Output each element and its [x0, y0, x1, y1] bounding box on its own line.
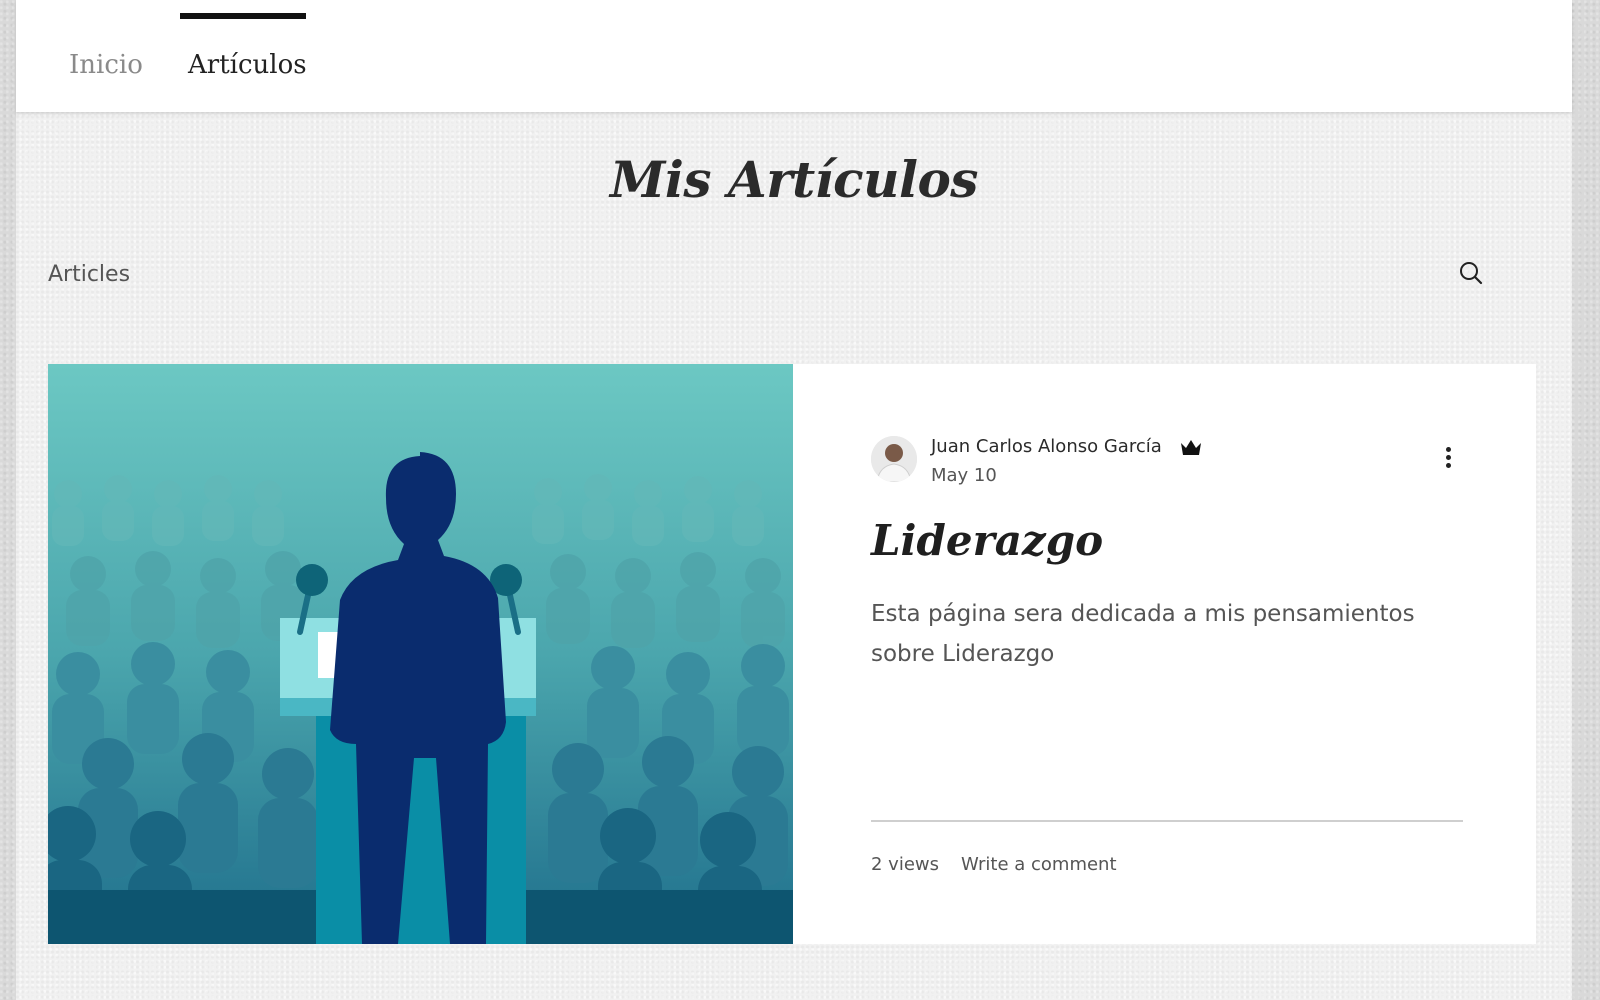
- nav-item-articulos[interactable]: Artículos: [188, 50, 307, 80]
- top-navigation: Inicio Artículos: [16, 0, 1572, 112]
- write-comment-link[interactable]: Write a comment: [961, 854, 1117, 875]
- post-title[interactable]: Liderazgo: [871, 516, 1103, 565]
- author-name[interactable]: Juan Carlos Alonso García: [931, 436, 1162, 457]
- views-count: 2 views: [871, 854, 940, 875]
- search-icon[interactable]: [1456, 258, 1488, 290]
- post-excerpt[interactable]: Esta página sera dedicada a mis pensamie…: [871, 594, 1471, 674]
- author-avatar[interactable]: [871, 436, 917, 482]
- site-frame: Inicio Artículos Mis Artículos Articles: [16, 0, 1572, 1000]
- post-content: Juan Carlos Alonso García May 10 Lideraz…: [793, 364, 1536, 944]
- category-articles[interactable]: Articles: [48, 262, 130, 287]
- more-options-icon[interactable]: [1438, 444, 1458, 474]
- page-title: Mis Artículos: [610, 150, 978, 209]
- post-date: May 10: [931, 465, 997, 486]
- post-cover-image[interactable]: [48, 364, 793, 944]
- nav-item-inicio[interactable]: Inicio: [69, 50, 143, 80]
- active-tab-indicator: [180, 13, 306, 19]
- post-card[interactable]: Juan Carlos Alonso García May 10 Lideraz…: [48, 364, 1536, 944]
- divider: [871, 820, 1463, 822]
- crown-icon: [1179, 438, 1203, 458]
